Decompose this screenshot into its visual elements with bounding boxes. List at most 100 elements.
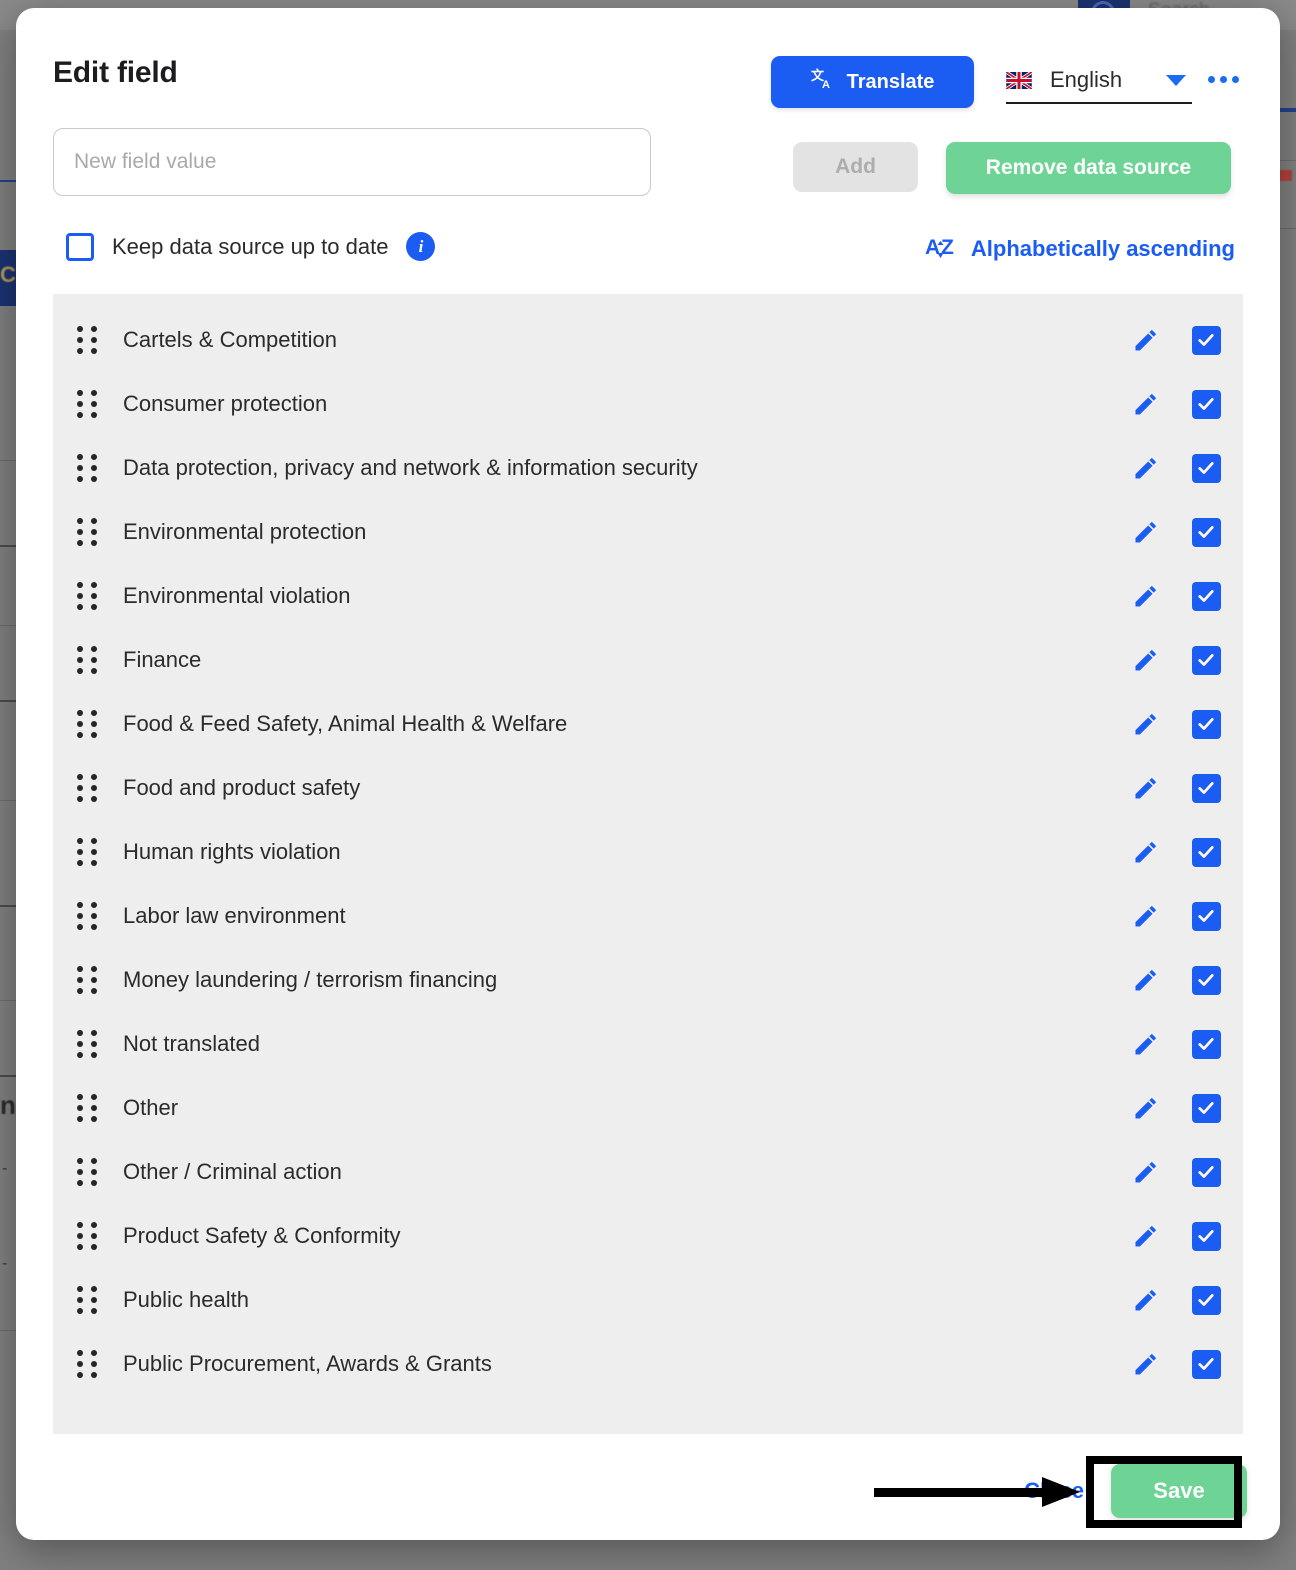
remove-data-source-button[interactable]: Remove data source: [946, 142, 1231, 194]
drag-handle-icon[interactable]: [77, 1286, 99, 1314]
row-checkbox[interactable]: [1169, 1093, 1243, 1123]
row-checkbox[interactable]: [1169, 901, 1243, 931]
pencil-icon[interactable]: [1123, 518, 1169, 546]
pencil-icon[interactable]: [1123, 582, 1169, 610]
list-item[interactable]: Labor law environment: [53, 884, 1243, 948]
pencil-icon[interactable]: [1123, 1158, 1169, 1186]
row-checkbox[interactable]: [1169, 965, 1243, 995]
list-item[interactable]: Other / Criminal action: [53, 1140, 1243, 1204]
pencil-icon[interactable]: [1123, 710, 1169, 738]
list-item[interactable]: Money laundering / terrorism financing: [53, 948, 1243, 1012]
row-checkbox[interactable]: [1169, 1221, 1243, 1251]
info-icon[interactable]: i: [406, 232, 436, 261]
drag-handle-icon[interactable]: [77, 582, 99, 610]
pencil-icon[interactable]: [1123, 966, 1169, 994]
sort-az-icon: A Z: [925, 232, 957, 265]
pencil-icon[interactable]: [1123, 390, 1169, 418]
row-checkbox[interactable]: [1169, 1285, 1243, 1315]
pencil-icon[interactable]: [1123, 1286, 1169, 1314]
new-value-row: Add Remove data source: [16, 128, 1280, 224]
pencil-icon[interactable]: [1123, 1222, 1169, 1250]
drag-handle-icon[interactable]: [77, 454, 99, 482]
drag-handle-icon[interactable]: [77, 1030, 99, 1058]
row-checkbox[interactable]: [1169, 517, 1243, 547]
svg-text:Z: Z: [941, 236, 954, 259]
chevron-down-icon: [1166, 74, 1186, 86]
page-title: Edit field: [53, 56, 178, 89]
drag-handle-icon[interactable]: [77, 1350, 99, 1378]
drag-handle-icon[interactable]: [77, 390, 99, 418]
list-item[interactable]: Product Safety & Conformity: [53, 1204, 1243, 1268]
drag-handle-icon[interactable]: [77, 774, 99, 802]
checkbox-checked-icon: [1191, 453, 1221, 483]
keep-data-source-checkbox[interactable]: [66, 232, 94, 261]
row-checkbox[interactable]: [1169, 1157, 1243, 1187]
options-row: Keep data source up to date i A Z Alphab…: [16, 224, 1280, 284]
translate-button-label: Translate: [846, 70, 935, 93]
list-item[interactable]: Finance: [53, 628, 1243, 692]
list-item[interactable]: Food & Feed Safety, Animal Health & Welf…: [53, 692, 1243, 756]
pencil-icon[interactable]: [1123, 454, 1169, 482]
background-text-fragment: n: [0, 1090, 16, 1120]
drag-handle-icon[interactable]: [77, 966, 99, 994]
row-checkbox[interactable]: [1169, 837, 1243, 867]
close-button[interactable]: Close: [1024, 1478, 1084, 1504]
checkbox-checked-icon: [1191, 517, 1221, 547]
new-field-value-input[interactable]: [53, 128, 651, 196]
sort-order-control[interactable]: A Z Alphabetically ascending: [925, 232, 1235, 265]
list-item-label: Other: [123, 1095, 179, 1120]
sort-order-label: Alphabetically ascending: [970, 235, 1235, 261]
drag-handle-icon[interactable]: [77, 710, 99, 738]
list-item[interactable]: Environmental protection: [53, 500, 1243, 564]
translate-button[interactable]: 文 A Translate: [771, 56, 974, 108]
drag-handle-icon[interactable]: [77, 1094, 99, 1122]
dialog-footer: Close Save: [16, 1434, 1280, 1540]
checkbox-checked-icon: [1191, 773, 1221, 803]
row-checkbox[interactable]: [1169, 453, 1243, 483]
list-item[interactable]: Data protection, privacy and network & i…: [53, 436, 1243, 500]
list-item-label: Product Safety & Conformity: [123, 1223, 401, 1248]
pencil-icon[interactable]: [1123, 1094, 1169, 1122]
save-button[interactable]: Save: [1111, 1464, 1247, 1518]
language-selector[interactable]: English: [1006, 58, 1192, 104]
row-checkbox[interactable]: [1169, 389, 1243, 419]
list-item[interactable]: Consumer protection: [53, 372, 1243, 436]
drag-handle-icon[interactable]: [77, 646, 99, 674]
pencil-icon[interactable]: [1123, 326, 1169, 354]
list-item-label: Labor law environment: [123, 903, 346, 928]
pencil-icon[interactable]: [1123, 1350, 1169, 1378]
list-item[interactable]: Cartels & Competition: [53, 308, 1243, 372]
drag-handle-icon[interactable]: [77, 902, 99, 930]
row-checkbox[interactable]: [1169, 581, 1243, 611]
pencil-icon[interactable]: [1123, 646, 1169, 674]
pencil-icon[interactable]: [1123, 838, 1169, 866]
keep-up-to-date-group: Keep data source up to date i: [66, 232, 436, 261]
list-item-label: Consumer protection: [123, 391, 328, 416]
list-item[interactable]: Other: [53, 1076, 1243, 1140]
list-item[interactable]: Environmental violation: [53, 564, 1243, 628]
checkbox-checked-icon: [1191, 389, 1221, 419]
row-checkbox[interactable]: [1169, 325, 1243, 355]
list-item-label: Other / Criminal action: [123, 1159, 342, 1184]
drag-handle-icon[interactable]: [77, 1222, 99, 1250]
list-item[interactable]: Public health: [53, 1268, 1243, 1332]
list-item[interactable]: Not translated: [53, 1012, 1243, 1076]
row-checkbox[interactable]: [1169, 1029, 1243, 1059]
drag-handle-icon[interactable]: [77, 326, 99, 354]
drag-handle-icon[interactable]: [77, 1158, 99, 1186]
row-checkbox[interactable]: [1169, 645, 1243, 675]
pencil-icon[interactable]: [1123, 902, 1169, 930]
pencil-icon[interactable]: [1123, 774, 1169, 802]
list-item[interactable]: Public Procurement, Awards & Grants: [53, 1332, 1243, 1396]
add-button[interactable]: Add: [793, 142, 918, 192]
drag-handle-icon[interactable]: [77, 838, 99, 866]
row-checkbox[interactable]: [1169, 773, 1243, 803]
row-checkbox[interactable]: [1169, 1349, 1243, 1379]
list-item-label: Public Procurement, Awards & Grants: [123, 1351, 492, 1376]
list-item[interactable]: Human rights violation: [53, 820, 1243, 884]
row-checkbox[interactable]: [1169, 709, 1243, 739]
drag-handle-icon[interactable]: [77, 518, 99, 546]
list-item[interactable]: Food and product safety: [53, 756, 1243, 820]
kebab-menu-icon[interactable]: [1206, 70, 1241, 89]
pencil-icon[interactable]: [1123, 1030, 1169, 1058]
